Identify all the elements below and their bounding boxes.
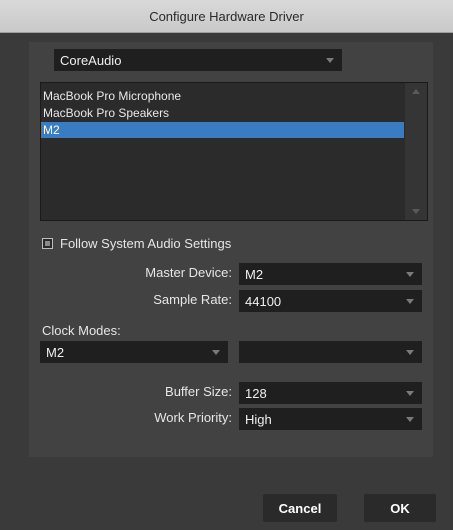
buffer-size-value: 128 xyxy=(245,385,267,401)
list-item-label: MacBook Pro Speakers xyxy=(43,106,170,120)
sample-rate-label: Sample Rate: xyxy=(153,292,232,307)
work-priority-label: Work Priority: xyxy=(154,410,232,425)
chevron-down-icon xyxy=(406,272,414,277)
clock-mode-left-value: M2 xyxy=(46,344,65,360)
master-device-label: Master Device: xyxy=(145,265,232,280)
chevron-down-icon xyxy=(406,350,414,355)
master-device-value: M2 xyxy=(245,266,264,282)
clock-mode-right-dropdown[interactable] xyxy=(239,341,422,363)
cancel-button[interactable]: Cancel xyxy=(263,494,337,522)
scroll-down-icon[interactable] xyxy=(412,209,420,214)
follow-system-label: Follow System Audio Settings xyxy=(60,236,232,251)
chevron-down-icon xyxy=(406,391,414,396)
buffer-size-dropdown[interactable]: 128 xyxy=(239,382,422,404)
window-title: Configure Hardware Driver xyxy=(149,8,304,24)
chevron-down-icon xyxy=(406,299,414,304)
sample-rate-dropdown[interactable]: 44100 xyxy=(239,290,422,312)
list-item[interactable]: MacBook Pro Microphone xyxy=(41,88,406,104)
work-priority-dropdown[interactable]: High xyxy=(239,408,422,430)
list-item[interactable]: MacBook Pro Speakers xyxy=(41,105,406,121)
scroll-up-icon[interactable] xyxy=(412,89,420,94)
clock-modes-label: Clock Modes: xyxy=(42,323,121,338)
device-list[interactable]: MacBook Pro Microphone MacBook Pro Speak… xyxy=(40,82,428,221)
ok-button[interactable]: OK xyxy=(364,494,436,522)
clock-mode-left-dropdown[interactable]: M2 xyxy=(40,341,228,363)
list-item-label: MacBook Pro Microphone xyxy=(43,89,182,103)
buffer-size-label: Buffer Size: xyxy=(165,384,232,399)
cancel-button-label: Cancel xyxy=(278,500,322,516)
chevron-down-icon xyxy=(406,417,414,422)
follow-system-checkbox[interactable] xyxy=(42,238,53,249)
master-device-dropdown[interactable]: M2 xyxy=(239,263,422,285)
ok-button-label: OK xyxy=(390,500,410,516)
sample-rate-value: 44100 xyxy=(245,293,282,309)
chevron-down-icon xyxy=(212,350,220,355)
work-priority-value: High xyxy=(245,411,272,427)
list-scrollbar[interactable] xyxy=(404,83,427,220)
checkbox-indicator xyxy=(45,241,50,246)
title-bar: Configure Hardware Driver xyxy=(0,0,453,33)
chevron-down-icon xyxy=(326,58,334,63)
list-item-selected[interactable]: M2 xyxy=(41,122,406,138)
list-item-label: M2 xyxy=(43,123,60,137)
driver-dropdown[interactable]: CoreAudio xyxy=(54,49,342,71)
driver-value: CoreAudio xyxy=(60,52,122,68)
